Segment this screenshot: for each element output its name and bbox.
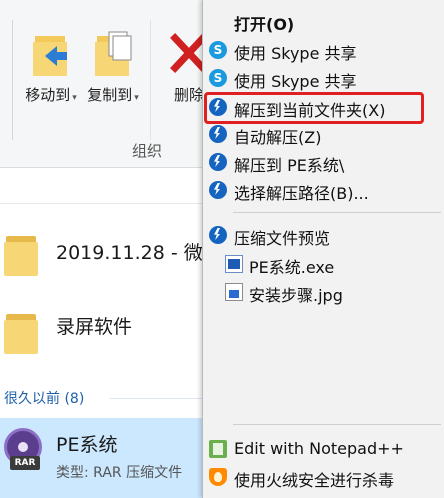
menu-item-choose-extract-path[interactable]: 选择解压路径(B)... bbox=[203, 177, 444, 203]
list-item[interactable]: 2019.11.28 - 微 bbox=[0, 224, 210, 284]
file-name: PE系统 bbox=[56, 434, 118, 456]
menu-item-label: 使用火绒安全进行杀毒 bbox=[234, 471, 395, 490]
bandizip-icon bbox=[209, 153, 227, 171]
exe-file-icon bbox=[225, 255, 243, 273]
file-type-meta: 类型: RAR 压缩文件 bbox=[56, 465, 183, 481]
menu-item-open[interactable]: 打开(O) bbox=[203, 8, 444, 34]
menu-item-archive-preview[interactable]: 压缩文件预览 bbox=[203, 222, 444, 248]
ribbon-separator bbox=[150, 20, 151, 140]
rar-archive-icon: RAR bbox=[4, 428, 44, 472]
context-menu: 打开(O) S 使用 Skype 共享 S 使用 Skype 共享 解压到当前文… bbox=[202, 0, 444, 498]
menu-item-label: 自动解压(Z) bbox=[234, 128, 322, 147]
ribbon-separator bbox=[12, 20, 13, 140]
menu-separator bbox=[233, 212, 441, 213]
group-header[interactable]: 很久以前 (8) bbox=[4, 388, 84, 408]
move-to-button[interactable]: 移动到 ▾ bbox=[18, 24, 84, 105]
menu-item-skype-share[interactable]: S 使用 Skype 共享 bbox=[203, 37, 444, 63]
chevron-down-icon: ▾ bbox=[72, 93, 77, 103]
menu-item-label: 使用 Skype 共享 bbox=[234, 72, 357, 91]
move-to-label: 移动到 bbox=[25, 86, 71, 104]
chevron-down-icon: ▾ bbox=[134, 93, 139, 103]
list-item[interactable]: 录屏软件 bbox=[0, 302, 210, 362]
menu-separator bbox=[233, 424, 441, 425]
rar-badge: RAR bbox=[10, 456, 40, 470]
folder-icon bbox=[4, 310, 38, 354]
copy-to-icon bbox=[93, 28, 133, 78]
folder-icon bbox=[4, 232, 38, 276]
menu-item-label: 解压到 PE系统\ bbox=[234, 156, 345, 175]
ribbon-group-label: 组织 bbox=[132, 142, 163, 160]
menu-item-huorong-scan[interactable]: 使用火绒安全进行杀毒 bbox=[203, 464, 444, 490]
jpg-file-icon bbox=[225, 283, 243, 301]
copy-to-button[interactable]: 复制到 ▾ bbox=[80, 24, 146, 105]
bandizip-icon bbox=[209, 226, 227, 244]
menu-item-label: 安装步骤.jpg bbox=[249, 286, 343, 305]
group-header-divider bbox=[110, 398, 210, 399]
skype-icon: S bbox=[209, 41, 227, 59]
menu-item-preview-exe[interactable]: PE系统.exe bbox=[203, 251, 444, 277]
highlight-box bbox=[204, 92, 424, 124]
copy-to-label: 复制到 bbox=[87, 86, 133, 104]
notepad-plus-plus-icon bbox=[209, 440, 227, 458]
bandizip-icon bbox=[209, 181, 227, 199]
menu-item-label: PE系统.exe bbox=[249, 258, 335, 277]
menu-item-label: 使用 Skype 共享 bbox=[234, 44, 357, 63]
skype-icon: S bbox=[209, 69, 227, 87]
menu-item-extract-to-folder[interactable]: 解压到 PE系统\ bbox=[203, 149, 444, 175]
delete-label: 删除 bbox=[173, 86, 204, 104]
move-to-icon bbox=[31, 28, 71, 78]
menu-item-auto-extract[interactable]: 自动解压(Z) bbox=[203, 121, 444, 147]
menu-item-label: 压缩文件预览 bbox=[234, 229, 331, 248]
menu-item-label: 打开(O) bbox=[234, 15, 295, 34]
file-name: 录屏软件 bbox=[56, 316, 133, 338]
menu-item-skype-share[interactable]: S 使用 Skype 共享 bbox=[203, 65, 444, 91]
menu-item-notepad-plus-plus[interactable]: Edit with Notepad++ bbox=[203, 436, 444, 462]
menu-item-preview-jpg[interactable]: 安装步骤.jpg bbox=[203, 279, 444, 305]
file-name: 2019.11.28 - 微 bbox=[56, 242, 203, 264]
huorong-icon bbox=[209, 468, 227, 486]
bandizip-icon bbox=[209, 125, 227, 143]
menu-item-label: Edit with Notepad++ bbox=[234, 439, 404, 458]
menu-item-label: 选择解压路径(B)... bbox=[234, 184, 369, 203]
